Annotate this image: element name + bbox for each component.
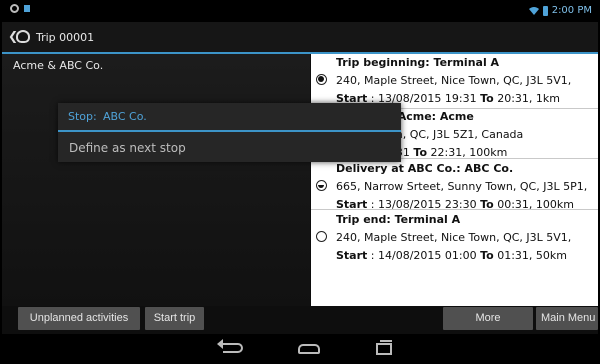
- home-icon[interactable]: [298, 344, 320, 354]
- define-next-stop-menu-item[interactable]: Define as next stop: [58, 132, 401, 162]
- stop-address: 665, Narrow Srteet, Sunny Town, QC, J3L …: [336, 180, 588, 193]
- app-logo-icon[interactable]: [16, 30, 30, 43]
- action-bar: ❮ Trip 00001: [2, 22, 598, 54]
- unplanned-activities-button[interactable]: Unplanned activities: [18, 307, 140, 330]
- main-menu-button[interactable]: Main Menu: [536, 307, 598, 330]
- stop-radio-empty-icon[interactable]: [316, 231, 327, 242]
- stop-header: Trip beginning: Terminal A: [336, 56, 500, 69]
- stop-radio-checked-icon[interactable]: [316, 74, 327, 85]
- menu-item-label: Define as next stop: [69, 141, 186, 155]
- bottom-button-bar: Unplanned activities Start trip More Mai…: [2, 306, 598, 334]
- battery-icon: [542, 5, 548, 16]
- app-window: 2:00 PM ❮ Trip 00001 Acme & ABC Co. Trip…: [2, 0, 598, 364]
- stops-list: Trip beginning: Terminal A 240, Maple St…: [311, 54, 598, 306]
- stop-address: 240, Maple Street, Nice Town, QC, J3L 5V…: [336, 74, 572, 87]
- stop-radio-half-icon[interactable]: [316, 180, 327, 191]
- context-menu-title-value: ABC Co.: [103, 110, 147, 123]
- page-title: Trip 00001: [36, 31, 95, 44]
- recent-apps-icon[interactable]: [376, 340, 392, 355]
- back-icon[interactable]: [217, 339, 243, 353]
- start-trip-button[interactable]: Start trip: [145, 307, 204, 330]
- stop-address: 240, Maple Street, Nice Town, QC, J3L 5V…: [336, 231, 572, 244]
- stop-header: Delivery at ABC Co.: ABC Co.: [336, 162, 514, 175]
- context-menu-title: Stop: ABC Co.: [58, 103, 401, 132]
- list-divider: [311, 209, 598, 210]
- status-bar: 2:00 PM: [2, 0, 598, 22]
- trip-summary-title: Acme & ABC Co.: [13, 59, 104, 72]
- stop-times: Start : 14/08/2015 01:00 To 01:31, 50km: [336, 249, 567, 262]
- status-time: 2:00 PM: [551, 5, 592, 16]
- stop-header: Trip end: Terminal A: [336, 213, 461, 226]
- stop-context-menu: Stop: ABC Co. Define as next stop: [58, 103, 401, 162]
- notification-circle-icon: [10, 4, 19, 13]
- context-menu-title-label: Stop:: [68, 110, 97, 123]
- more-button[interactable]: More: [443, 307, 533, 330]
- trip-summary-pane: Acme & ABC Co.: [2, 54, 310, 306]
- wifi-icon: [528, 7, 539, 15]
- flag-icon: [24, 5, 30, 12]
- system-nav-bar: [2, 334, 598, 364]
